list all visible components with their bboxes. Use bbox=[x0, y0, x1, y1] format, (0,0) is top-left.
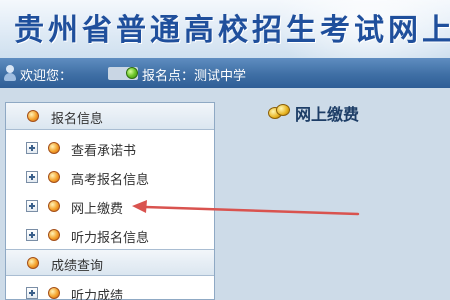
menu-item-listening-registration[interactable]: 听力报名信息 bbox=[6, 221, 214, 249]
user-icon bbox=[3, 65, 17, 81]
sidebar: 报名信息 查看承诺书 高考报名信息 网上缴费 听力报名信息 成绩查询 听力成绩 bbox=[5, 102, 215, 300]
welcome-label: 欢迎您： bbox=[20, 69, 73, 84]
orange-dot-icon bbox=[48, 200, 60, 212]
orange-dot-icon bbox=[48, 229, 60, 241]
plus-icon bbox=[26, 142, 38, 154]
coins-icon bbox=[268, 104, 290, 120]
orange-dot-icon bbox=[27, 110, 39, 122]
menu-item-label: 听力成绩 bbox=[71, 289, 124, 300]
welcome-bar: 欢迎您： 报名点：测试中学 bbox=[0, 58, 450, 88]
section-header-registration[interactable]: 报名信息 bbox=[6, 103, 214, 130]
menu-item-listening-scores[interactable]: 听力成绩 bbox=[6, 279, 214, 300]
plus-icon bbox=[26, 229, 38, 241]
green-dot-icon bbox=[126, 67, 138, 79]
plus-icon bbox=[26, 200, 38, 212]
orange-dot-icon bbox=[27, 257, 39, 269]
section-title: 报名信息 bbox=[51, 112, 104, 127]
menu-item-exam-registration[interactable]: 高考报名信息 bbox=[6, 163, 214, 191]
menu-item-label: 网上缴费 bbox=[71, 202, 124, 217]
plus-icon bbox=[26, 171, 38, 183]
orange-dot-icon bbox=[48, 287, 60, 299]
menu-item-view-pledge[interactable]: 查看承诺书 bbox=[6, 134, 214, 162]
section-header-scores[interactable]: 成绩查询 bbox=[6, 249, 214, 276]
page-title: 网上缴费 bbox=[295, 105, 360, 124]
section-title: 成绩查询 bbox=[51, 259, 104, 274]
header-banner: 贵州省普通高校招生考试网上报名 bbox=[0, 0, 450, 58]
menu-item-label: 听力报名信息 bbox=[71, 231, 150, 246]
menu-item-online-payment[interactable]: 网上缴费 bbox=[6, 192, 214, 220]
plus-icon bbox=[26, 287, 38, 299]
site-title: 贵州省普通高校招生考试网上报名 bbox=[14, 13, 450, 48]
orange-dot-icon bbox=[48, 142, 60, 154]
menu-item-label: 查看承诺书 bbox=[71, 144, 137, 159]
site-label: 报名点：测试中学 bbox=[142, 69, 247, 84]
orange-dot-icon bbox=[48, 171, 60, 183]
menu-item-label: 高考报名信息 bbox=[71, 173, 150, 188]
